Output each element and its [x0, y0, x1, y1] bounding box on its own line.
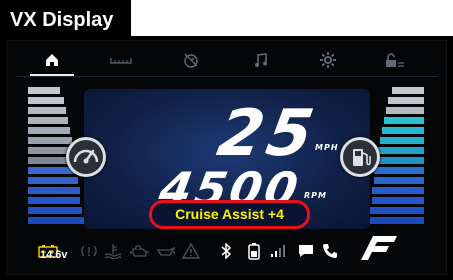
fuel-button[interactable] — [340, 137, 380, 177]
top-nav — [8, 41, 446, 79]
coolant-icon — [104, 239, 122, 263]
speed-readout: 25 — [212, 97, 323, 171]
title-background — [131, 0, 453, 36]
engine-icon — [130, 239, 150, 263]
signal-icon — [270, 239, 286, 263]
speed-unit-label: MPH — [315, 143, 339, 152]
right-bar — [392, 87, 424, 94]
right-bar — [374, 167, 424, 174]
voltage-readout: 14.6v — [40, 249, 68, 261]
home-icon[interactable] — [37, 49, 67, 71]
left-bar — [28, 187, 80, 194]
page-title: VX Display — [0, 0, 131, 40]
warning-icon — [182, 239, 200, 263]
left-bar — [28, 217, 84, 224]
left-bar — [28, 207, 82, 214]
right-bar — [380, 137, 424, 144]
right-bar — [372, 197, 424, 204]
speedometer-off-icon[interactable] — [176, 49, 206, 71]
status-bar — [8, 233, 446, 273]
left-bar — [28, 87, 60, 94]
right-bar — [384, 117, 424, 124]
left-bar — [28, 107, 66, 114]
odometer-icon[interactable] — [106, 49, 136, 71]
speedometer-icon — [69, 140, 103, 174]
right-bar — [388, 97, 424, 104]
right-bar — [368, 217, 424, 224]
right-bar — [382, 127, 424, 134]
tire-pressure-icon — [80, 239, 98, 263]
phone-icon — [322, 239, 338, 263]
oil-icon — [156, 239, 176, 263]
rpm-unit-label: RPM — [304, 191, 327, 200]
settings-icon[interactable] — [313, 49, 343, 71]
left-bar — [28, 127, 70, 134]
fuel-pump-icon — [343, 140, 377, 174]
message-icon — [298, 239, 314, 263]
left-bar — [28, 197, 80, 204]
speedometer-button[interactable] — [66, 137, 106, 177]
right-bar — [370, 207, 424, 214]
right-bar — [378, 147, 424, 154]
nav-divider — [16, 76, 438, 77]
cruise-assist-badge[interactable]: Cruise Assist +4 — [149, 200, 310, 229]
left-bar — [28, 177, 78, 184]
left-bar — [28, 117, 68, 124]
right-bar — [386, 107, 424, 114]
dashboard-screen: 25 MPH 4500 RPM Cruise Assist +4 14.6v — [7, 40, 447, 275]
lock-icon[interactable] — [380, 49, 410, 71]
right-bar — [374, 177, 424, 184]
right-bar — [376, 157, 424, 164]
left-bar — [28, 97, 64, 104]
right-bar — [372, 187, 424, 194]
phone-battery-icon — [248, 239, 260, 263]
brand-logo-icon — [351, 235, 401, 260]
bluetooth-icon — [220, 239, 232, 263]
music-icon[interactable] — [246, 49, 276, 71]
